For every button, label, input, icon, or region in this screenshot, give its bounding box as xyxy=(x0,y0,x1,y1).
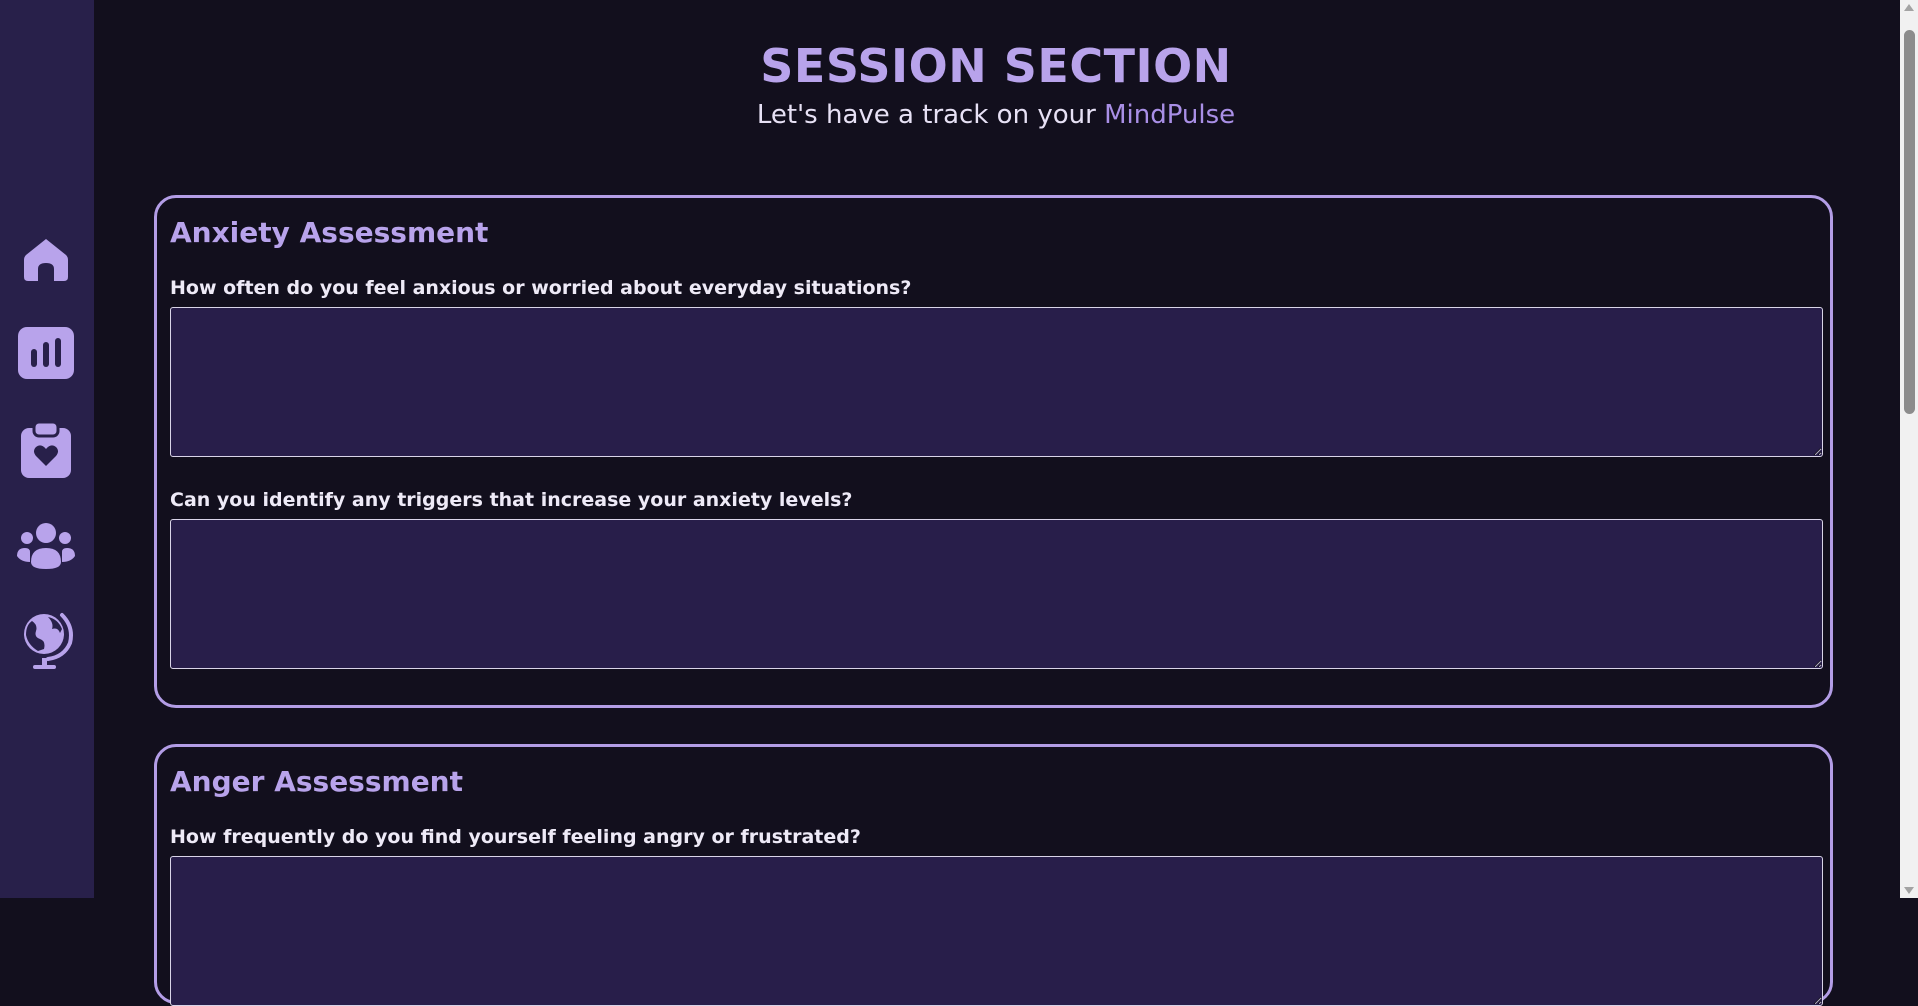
page-title: SESSION SECTION xyxy=(760,39,1232,93)
nav-explore[interactable] xyxy=(16,610,76,670)
nav-community[interactable] xyxy=(16,516,76,576)
anxiety-assessment-card: Anxiety Assessment How often do you feel… xyxy=(154,195,1833,708)
clipboard-heart-icon xyxy=(21,422,71,478)
scroll-thumb[interactable] xyxy=(1904,30,1915,414)
anxiety-answer-1-textarea[interactable] xyxy=(170,307,1823,457)
nav-home[interactable] xyxy=(16,229,76,289)
section-title: Anxiety Assessment xyxy=(170,216,489,249)
vertical-scrollbar[interactable] xyxy=(1900,0,1918,898)
nav-session[interactable] xyxy=(16,420,76,480)
anger-assessment-card: Anger Assessment How frequently do you f… xyxy=(154,744,1833,1006)
anger-answer-1-textarea[interactable] xyxy=(170,856,1823,1006)
bar-chart-icon xyxy=(18,327,74,379)
anxiety-answer-2-textarea[interactable] xyxy=(170,519,1823,669)
scroll-up-icon[interactable] xyxy=(1904,4,1914,11)
question-label: Can you identify any triggers that incre… xyxy=(170,489,853,511)
page-subtitle: Let's have a track on your MindPulse xyxy=(94,98,1898,132)
question-label: How often do you feel anxious or worried… xyxy=(170,277,912,299)
main-content: SESSION SECTION Let's have a track on yo… xyxy=(94,0,1898,1006)
brand-name: MindPulse xyxy=(1104,100,1236,130)
question-label: How frequently do you find yourself feel… xyxy=(170,826,861,848)
globe-icon xyxy=(18,609,74,671)
community-icon xyxy=(17,522,75,570)
section-title: Anger Assessment xyxy=(170,765,464,798)
sidebar xyxy=(0,0,94,898)
subtitle-text: Let's have a track on your xyxy=(756,100,1105,130)
nav-dashboard[interactable] xyxy=(16,323,76,383)
home-icon xyxy=(22,235,70,283)
scroll-down-icon[interactable] xyxy=(1904,887,1914,894)
